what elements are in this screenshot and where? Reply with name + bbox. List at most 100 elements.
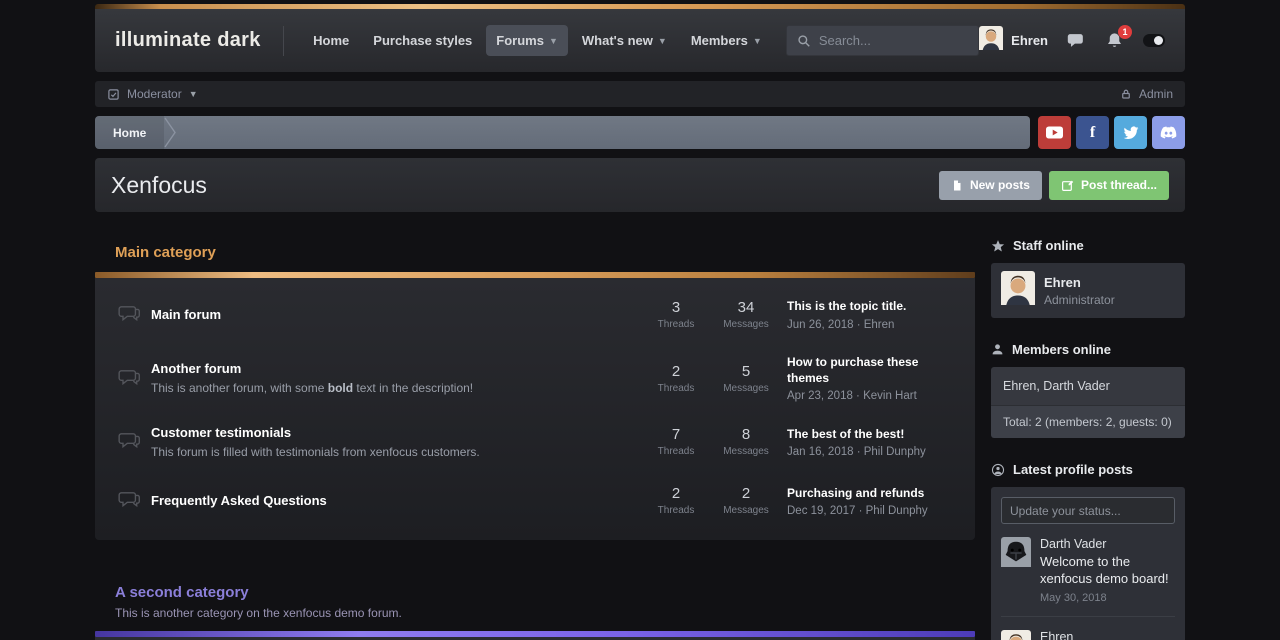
nav-members[interactable]: Members▼: [681, 25, 772, 56]
status-update-input[interactable]: [1001, 497, 1175, 524]
message-count: 2: [717, 485, 775, 502]
staff-member[interactable]: Ehren Administrator: [991, 263, 1185, 318]
latest-topic-link[interactable]: Purchasing and refunds: [787, 485, 959, 501]
latest-topic-meta: Dec 19, 2017 · Phil Dunphy: [787, 505, 959, 517]
social-buttons: f: [1038, 116, 1185, 149]
avatar: [979, 26, 1003, 55]
nav-whats-new[interactable]: What's new▼: [572, 25, 677, 56]
nav-purchase-styles[interactable]: Purchase styles: [363, 25, 482, 56]
forum-bubbles-icon: [117, 487, 143, 514]
youtube-button[interactable]: [1038, 116, 1071, 149]
forum-title[interactable]: Customer testimonials: [151, 425, 637, 440]
section-title: Staff online: [1013, 238, 1084, 253]
main-area: Main category Main forum 3Threads 34Mess…: [95, 234, 1185, 640]
thread-count: 3: [647, 299, 705, 316]
staff-name[interactable]: Ehren: [1044, 275, 1115, 290]
avatar: [1001, 271, 1035, 310]
message-count: 5: [717, 363, 775, 380]
members-online-total: Total: 2 (members: 2, guests: 0): [991, 405, 1185, 438]
forum-description: This is another forum, with some bold te…: [151, 381, 637, 395]
search-input[interactable]: [819, 33, 968, 48]
latest-topic-meta: Apr 23, 2018 · Kevin Hart: [787, 390, 959, 402]
alert-count-badge: 1: [1118, 25, 1132, 39]
conversations-icon[interactable]: [1067, 31, 1086, 50]
category-header: Main category: [95, 234, 975, 272]
forum-title[interactable]: Another forum: [151, 361, 637, 376]
nav-home[interactable]: Home: [303, 25, 359, 56]
forum-row[interactable]: Main forum 3Threads 34Messages This is t…: [95, 285, 975, 344]
chevron-down-icon: ▼: [549, 36, 558, 46]
members-online-names[interactable]: Ehren, Darth Vader: [991, 367, 1185, 405]
profile-posts-card: Darth Vader Welcome to the xenfocus demo…: [991, 487, 1185, 640]
members-online-section: Members online Ehren, Darth Vader Total:…: [991, 342, 1185, 438]
nav-forums[interactable]: Forums▼: [486, 25, 568, 56]
breadcrumb-home[interactable]: Home: [95, 116, 164, 149]
page-title: Xenfocus: [111, 172, 207, 199]
main-nav: Home Purchase styles Forums▼ What's new▼…: [303, 25, 772, 56]
account-menu[interactable]: Ehren: [979, 26, 1048, 55]
forum-description: This forum is filled with testimonials f…: [151, 445, 637, 459]
theme-toggle-icon[interactable]: [1143, 34, 1165, 47]
post-author[interactable]: Darth Vader: [1040, 537, 1175, 551]
latest-topic-link[interactable]: How to purchase these themes: [787, 354, 959, 386]
twitter-button[interactable]: [1114, 116, 1147, 149]
category-forums: Main forum 3Threads 34Messages This is t…: [95, 278, 975, 540]
chevron-down-icon: ▼: [658, 36, 667, 46]
post-text: Welcome to the xenfocus demo board!: [1040, 554, 1175, 588]
chevron-down-icon: ▼: [753, 36, 762, 46]
moderator-menu[interactable]: Moderator ▼: [107, 87, 198, 101]
thread-count: 2: [647, 485, 705, 502]
forum-bubbles-icon: [117, 301, 143, 328]
latest-topic-link[interactable]: This is the topic title.: [787, 298, 959, 314]
forum-title[interactable]: Main forum: [151, 307, 637, 322]
category-title[interactable]: Main category: [115, 244, 975, 261]
staff-role: Administrator: [1044, 293, 1115, 307]
site-logo[interactable]: illuminate dark: [115, 29, 261, 52]
chevron-down-icon: ▼: [189, 89, 198, 99]
search-box[interactable]: [786, 25, 979, 56]
profile-post: Darth Vader Welcome to the xenfocus demo…: [1001, 537, 1175, 604]
admin-link[interactable]: Admin: [1120, 87, 1173, 101]
title-actions: New posts Post thread...: [939, 171, 1169, 200]
category-title[interactable]: A second category: [115, 584, 975, 601]
user-icon: [991, 343, 1004, 356]
checkbox-icon: [107, 88, 120, 101]
second-category: A second category This is another catego…: [95, 574, 975, 640]
thread-count: 7: [647, 426, 705, 443]
breadcrumb-chevron-icon: [163, 116, 177, 149]
latest-profile-posts-section: Latest profile posts Darth Vader Welcome…: [991, 462, 1185, 640]
lock-icon: [1120, 88, 1132, 100]
message-count: 34: [717, 299, 775, 316]
latest-topic-link[interactable]: The best of the best!: [787, 426, 959, 442]
header-divider: [283, 26, 284, 56]
post-author[interactable]: Ehren: [1040, 630, 1175, 640]
new-posts-button[interactable]: New posts: [939, 171, 1042, 200]
forum-bubbles-icon: [117, 365, 143, 392]
members-online-card: Ehren, Darth Vader Total: 2 (members: 2,…: [991, 367, 1185, 438]
avatar[interactable]: [1001, 537, 1031, 604]
forum-bubbles-icon: [117, 428, 143, 455]
page-title-bar: Xenfocus New posts Post thread...: [95, 158, 1185, 212]
page-container: illuminate dark Home Purchase styles For…: [95, 4, 1185, 640]
latest-topic-meta: Jun 26, 2018 · Ehren: [787, 319, 959, 331]
forum-title[interactable]: Frequently Asked Questions: [151, 493, 637, 508]
post-thread-button[interactable]: Post thread...: [1049, 171, 1169, 200]
facebook-button[interactable]: f: [1076, 116, 1109, 149]
thread-count: 2: [647, 363, 705, 380]
user-circle-icon: [991, 463, 1005, 477]
avatar[interactable]: [1001, 630, 1031, 640]
forum-row[interactable]: Customer testimonials This forum is fill…: [95, 412, 975, 471]
site-header: illuminate dark Home Purchase styles For…: [95, 9, 1185, 72]
staff-online-section: Staff online Ehren Administrator: [991, 238, 1185, 318]
category-description: This is another category on the xenfocus…: [115, 606, 975, 620]
section-title: Members online: [1012, 342, 1111, 357]
message-count: 8: [717, 426, 775, 443]
discord-button[interactable]: [1152, 116, 1185, 149]
section-title: Latest profile posts: [1013, 462, 1133, 477]
profile-post: Ehren This is my status update! Nov 19, …: [1001, 630, 1175, 640]
alerts-bell-icon[interactable]: 1: [1105, 31, 1124, 50]
moderator-bar: Moderator ▼ Admin: [95, 81, 1185, 107]
forum-row[interactable]: Frequently Asked Questions 2Threads 2Mes…: [95, 471, 975, 530]
forum-row[interactable]: Another forum This is another forum, wit…: [95, 344, 975, 412]
more-options-icon[interactable]: [1171, 596, 1175, 600]
